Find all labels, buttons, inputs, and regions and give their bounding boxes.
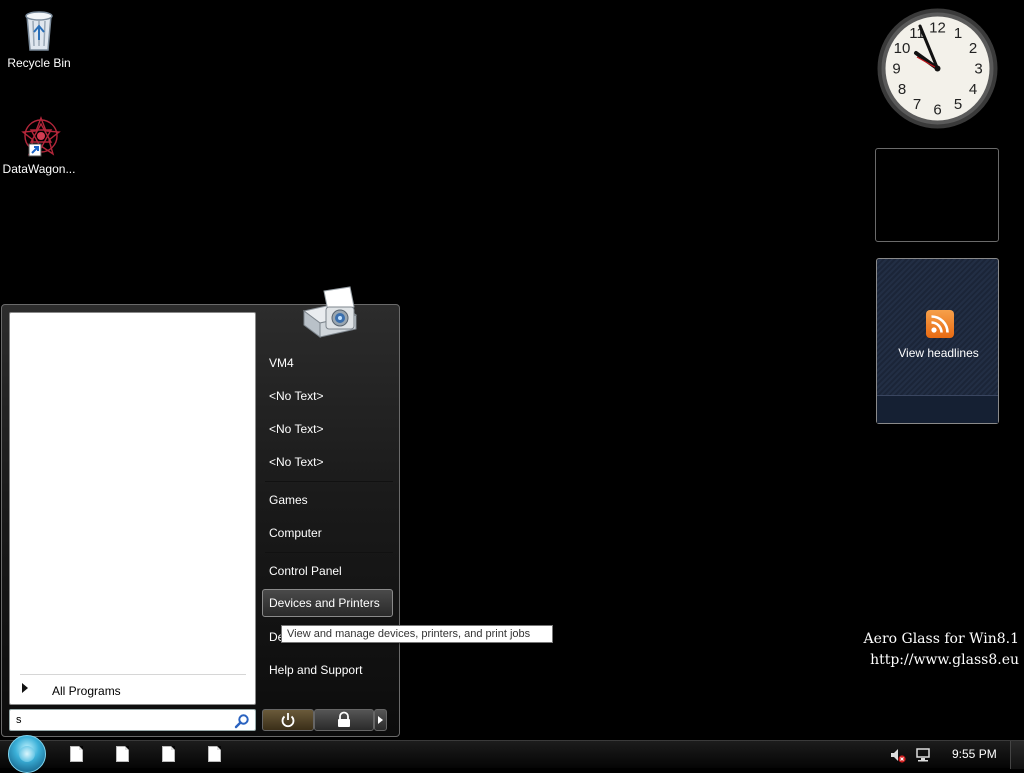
devices-and-printers-tooltip: View and manage devices, printers, and p… bbox=[281, 625, 553, 643]
datawagon-shortcut-icon bbox=[15, 112, 63, 160]
start-item-computer[interactable]: Computer bbox=[262, 519, 393, 547]
start-orb-button[interactable] bbox=[8, 735, 46, 773]
lock-button[interactable] bbox=[314, 709, 374, 731]
show-desktop-button[interactable] bbox=[1010, 741, 1024, 769]
network-icon[interactable] bbox=[914, 747, 932, 768]
desktop-icon-label: DataWagon... bbox=[2, 162, 76, 176]
devices-and-printers-picture-icon bbox=[296, 285, 362, 343]
start-item-vm4[interactable]: VM4 bbox=[262, 349, 393, 377]
volume-muted-icon[interactable] bbox=[890, 747, 906, 768]
desktop-icon-label: Recycle Bin bbox=[7, 56, 71, 70]
start-item-no-text-3[interactable]: <No Text> bbox=[262, 448, 393, 476]
system-clock-time[interactable]: 9:55 PM bbox=[952, 747, 997, 761]
feed-headlines-gadget[interactable]: View headlines bbox=[876, 258, 999, 424]
start-menu: All Programs s VM4 <No Text> <No Text> <… bbox=[1, 286, 400, 737]
clock-gadget[interactable]: 12 1 2 3 4 5 6 7 8 9 10 11 bbox=[876, 7, 999, 130]
clock-numeral: 7 bbox=[913, 96, 921, 113]
start-item-help-and-support[interactable]: Help and Support bbox=[262, 656, 393, 684]
all-programs-button[interactable]: All Programs bbox=[20, 674, 246, 698]
start-menu-programs-pane: All Programs bbox=[9, 312, 256, 705]
clock-numeral: 8 bbox=[898, 81, 906, 98]
clock-numeral: 6 bbox=[933, 102, 941, 119]
start-item-no-text-2[interactable]: <No Text> bbox=[262, 415, 393, 443]
desktop-icon-recycle-bin[interactable]: Recycle Bin bbox=[0, 6, 78, 70]
start-search-input[interactable]: s bbox=[9, 709, 256, 731]
gadget-footer bbox=[877, 395, 998, 423]
clock-numeral: 9 bbox=[892, 61, 900, 78]
shutdown-button[interactable] bbox=[262, 709, 314, 731]
watermark-line-1: Aero Glass for Win8.1 bbox=[863, 631, 1019, 647]
desktop-icon-datawagon[interactable]: DataWagon... bbox=[0, 112, 78, 176]
clock-numeral: 1 bbox=[954, 25, 962, 42]
search-icon[interactable] bbox=[234, 713, 250, 729]
clock-numeral: 12 bbox=[929, 20, 946, 37]
clock-numeral: 4 bbox=[969, 81, 977, 98]
start-item-games[interactable]: Games bbox=[262, 486, 393, 514]
desktop: Recycle Bin DataWagon... 12 1 2 3 4 5 6 … bbox=[0, 0, 1024, 740]
rss-icon bbox=[926, 310, 954, 338]
search-input-value: s bbox=[16, 714, 22, 726]
menu-separator bbox=[265, 481, 393, 482]
all-programs-label: All Programs bbox=[52, 684, 121, 698]
taskbar-document-icon[interactable] bbox=[162, 746, 175, 762]
taskbar-document-icon[interactable] bbox=[70, 746, 83, 762]
taskbar: 9:55 PM bbox=[0, 735, 1024, 773]
taskbar-document-icon[interactable] bbox=[208, 746, 221, 762]
start-item-no-text-1[interactable]: <No Text> bbox=[262, 382, 393, 410]
aero-glass-watermark: Aero Glass for Win8.1 http://www.glass8.… bbox=[864, 629, 1019, 671]
start-item-control-panel[interactable]: Control Panel bbox=[262, 557, 393, 585]
arrow-right-icon bbox=[22, 683, 28, 693]
power-options-arrow-button[interactable] bbox=[374, 709, 387, 731]
menu-separator bbox=[265, 552, 393, 553]
view-headlines-label[interactable]: View headlines bbox=[877, 346, 1000, 360]
taskbar-document-icon[interactable] bbox=[116, 746, 129, 762]
watermark-line-2: http://www.glass8.eu bbox=[870, 652, 1019, 668]
recycle-bin-icon bbox=[15, 6, 63, 54]
start-item-devices-and-printers[interactable]: Devices and Printers bbox=[262, 589, 393, 617]
clock-numeral: 2 bbox=[969, 40, 977, 57]
clock-numeral: 5 bbox=[954, 96, 962, 113]
start-orb-icon bbox=[19, 746, 35, 762]
clock-numeral: 10 bbox=[894, 40, 911, 57]
power-button-group bbox=[262, 709, 387, 731]
empty-gadget[interactable] bbox=[875, 148, 999, 242]
clock-numeral: 3 bbox=[974, 61, 982, 78]
